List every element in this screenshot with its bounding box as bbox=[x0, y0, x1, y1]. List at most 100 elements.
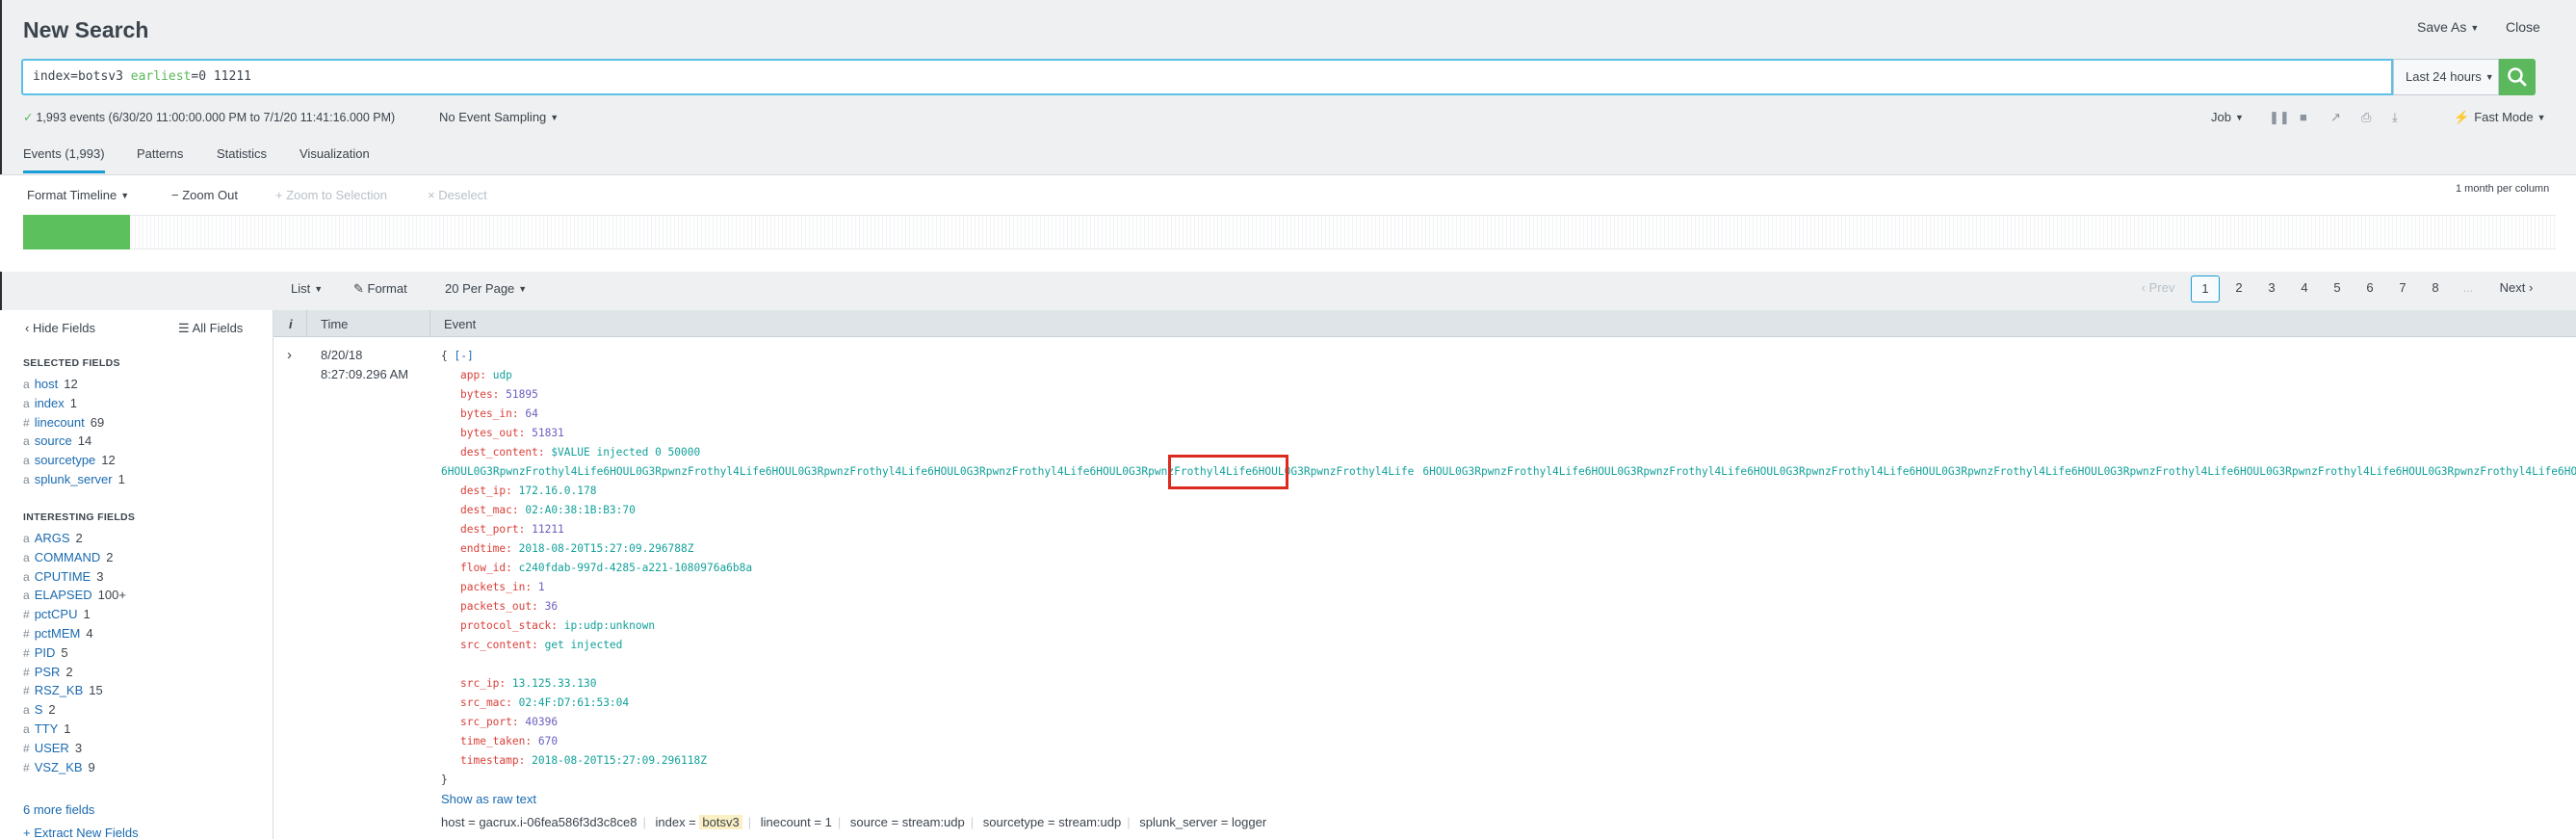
field-linecount[interactable]: # linecount 69 bbox=[23, 415, 104, 430]
key[interactable]: dest_mac: bbox=[460, 504, 519, 516]
key[interactable]: src_mac: bbox=[460, 696, 512, 709]
field-pctmem[interactable]: # pctMEM 4 bbox=[23, 626, 93, 641]
field-vsz-kb[interactable]: # VSZ_KB 9 bbox=[23, 760, 95, 774]
key[interactable]: app: bbox=[460, 369, 486, 381]
field-pctcpu[interactable]: # pctCPU 1 bbox=[23, 607, 91, 621]
key[interactable]: endtime: bbox=[460, 542, 512, 555]
value[interactable]: 11211 bbox=[532, 523, 564, 536]
field-index[interactable]: a index 1 bbox=[23, 396, 77, 410]
value[interactable]: 2018-08-20T15:27:09.296118Z bbox=[532, 754, 707, 767]
close-button[interactable]: Close bbox=[2506, 19, 2540, 35]
format-button[interactable]: ✎ Format bbox=[353, 281, 407, 297]
field-psr[interactable]: # PSR 2 bbox=[23, 665, 73, 679]
field-splunk-server[interactable]: a splunk_server 1 bbox=[23, 472, 125, 486]
value[interactable]: 13.125.33.130 bbox=[512, 677, 597, 690]
value[interactable]: 02:A0:38:1B:B3:70 bbox=[525, 504, 636, 516]
value[interactable]: get injected bbox=[545, 639, 623, 651]
meta-index[interactable]: index = botsv3 bbox=[655, 815, 742, 829]
tab-statistics[interactable]: Statistics bbox=[217, 146, 267, 170]
page-6-button[interactable]: 6 bbox=[2355, 275, 2384, 302]
pause-icon[interactable]: ❚❚ bbox=[2269, 110, 2290, 125]
page-3-button[interactable]: 3 bbox=[2257, 275, 2286, 302]
search-button[interactable] bbox=[2499, 59, 2536, 95]
value[interactable]: ip:udp:unknown bbox=[564, 619, 655, 632]
meta-host[interactable]: host = gacrux.i-06fea586f3d3c8ce8 bbox=[441, 815, 637, 829]
format-timeline-menu[interactable]: Format Timeline ▼ bbox=[27, 188, 129, 202]
value[interactable]: udp bbox=[493, 369, 512, 381]
meta-sourcetype[interactable]: sourcetype = stream:udp bbox=[983, 815, 1121, 829]
meta-source[interactable]: source = stream:udp bbox=[850, 815, 965, 829]
stop-icon[interactable]: ■ bbox=[2300, 110, 2307, 124]
share-icon[interactable]: ↗ bbox=[2330, 110, 2341, 125]
page-8-button[interactable]: 8 bbox=[2421, 275, 2450, 302]
field-tty[interactable]: a TTY 1 bbox=[23, 721, 70, 736]
field-command[interactable]: a COMMAND 2 bbox=[23, 550, 114, 564]
per-page-menu[interactable]: 20 Per Page ▼ bbox=[445, 281, 527, 296]
key[interactable]: bytes_in: bbox=[460, 407, 519, 420]
value[interactable]: $VALUE injected 0 50000 bbox=[551, 446, 700, 459]
key[interactable]: bytes: bbox=[460, 388, 499, 401]
key[interactable]: packets_out: bbox=[460, 600, 538, 613]
collapse-json-button[interactable]: [-] bbox=[455, 350, 474, 362]
page-7-button[interactable]: 7 bbox=[2388, 275, 2417, 302]
key[interactable]: dest_ip: bbox=[460, 485, 512, 497]
value[interactable]: 36 bbox=[545, 600, 558, 613]
zoom-out-button[interactable]: − Zoom Out bbox=[171, 188, 238, 202]
key[interactable]: src_content: bbox=[460, 639, 538, 651]
time-column-header[interactable]: Time bbox=[321, 317, 348, 331]
field-s[interactable]: aS2 bbox=[23, 702, 56, 717]
time-range-picker[interactable]: Last 24 hours ▼ bbox=[2393, 59, 2499, 95]
value[interactable]: 51831 bbox=[532, 427, 564, 439]
value[interactable]: 172.16.0.178 bbox=[519, 485, 597, 497]
page-2-button[interactable]: 2 bbox=[2225, 275, 2253, 302]
key[interactable]: src_ip: bbox=[460, 677, 506, 690]
key[interactable]: dest_port: bbox=[460, 523, 525, 536]
field-host[interactable]: a host 12 bbox=[23, 377, 78, 391]
key[interactable]: flow_id: bbox=[460, 562, 512, 574]
value[interactable]: 64 bbox=[525, 407, 537, 420]
expand-event-icon[interactable]: › bbox=[287, 347, 292, 363]
field-rsz-kb[interactable]: # RSZ_KB 15 bbox=[23, 683, 103, 697]
show-raw-text-link[interactable]: Show as raw text bbox=[441, 792, 536, 806]
field-elapsed[interactable]: a ELAPSED 100+ bbox=[23, 588, 126, 602]
field-pid[interactable]: # PID 5 bbox=[23, 645, 68, 660]
key[interactable]: timestamp: bbox=[460, 754, 525, 767]
key[interactable]: packets_in: bbox=[460, 581, 532, 593]
field-args[interactable]: a ARGS 2 bbox=[23, 531, 83, 545]
job-menu[interactable]: Job ▼ bbox=[2211, 110, 2244, 124]
search-mode-menu[interactable]: ⚡ Fast Mode ▼ bbox=[2454, 110, 2546, 125]
field-source[interactable]: a source 14 bbox=[23, 433, 91, 448]
field-sourcetype[interactable]: a sourcetype 12 bbox=[23, 453, 116, 467]
prev-page-button[interactable]: ‹ Prev bbox=[2132, 275, 2184, 302]
timeline-bar[interactable] bbox=[23, 215, 130, 249]
deselect-button[interactable]: × Deselect bbox=[428, 188, 487, 202]
meta-splunk-server[interactable]: splunk_server = logger bbox=[1139, 815, 1266, 829]
key[interactable]: protocol_stack: bbox=[460, 619, 558, 632]
dest-content-payload[interactable]: 6HOUL0G3RpwnzFrothyl4Life6HOUL0G3RpwnzFr… bbox=[441, 465, 2576, 478]
page-4-button[interactable]: 4 bbox=[2290, 275, 2319, 302]
list-view-menu[interactable]: List ▼ bbox=[291, 281, 323, 296]
page-1-button[interactable]: 1 bbox=[2191, 275, 2220, 302]
search-input[interactable]: index=botsv3 earliest=0 11211 bbox=[21, 59, 2393, 95]
value[interactable]: c240fdab-997d-4285-a221-1080976a6b8a bbox=[519, 562, 752, 574]
key[interactable]: src_port: bbox=[460, 716, 519, 728]
page-5-button[interactable]: 5 bbox=[2323, 275, 2352, 302]
value[interactable]: 51895 bbox=[506, 388, 538, 401]
export-icon[interactable]: ⤓ bbox=[2392, 110, 2398, 125]
zoom-to-selection-button[interactable]: + Zoom to Selection bbox=[275, 188, 387, 202]
timeline-track[interactable] bbox=[23, 215, 2556, 249]
field-cputime[interactable]: a CPUTIME 3 bbox=[23, 569, 103, 584]
key[interactable]: time_taken: bbox=[460, 735, 532, 747]
hide-fields-button[interactable]: ‹ Hide Fields bbox=[25, 321, 95, 335]
value[interactable]: 670 bbox=[538, 735, 558, 747]
key[interactable]: bytes_out: bbox=[460, 427, 525, 439]
more-fields-link[interactable]: 6 more fields bbox=[23, 802, 94, 817]
field-user[interactable]: # USER 3 bbox=[23, 741, 82, 755]
meta-linecount[interactable]: linecount = 1 bbox=[761, 815, 832, 829]
value[interactable]: 02:4F:D7:61:53:04 bbox=[519, 696, 630, 709]
next-page-button[interactable]: Next › bbox=[2492, 275, 2540, 302]
key[interactable]: dest_content: bbox=[460, 446, 545, 459]
value[interactable]: 2018-08-20T15:27:09.296788Z bbox=[519, 542, 694, 555]
tab-visualization[interactable]: Visualization bbox=[299, 146, 370, 170]
event-column-header[interactable]: Event bbox=[444, 317, 476, 331]
